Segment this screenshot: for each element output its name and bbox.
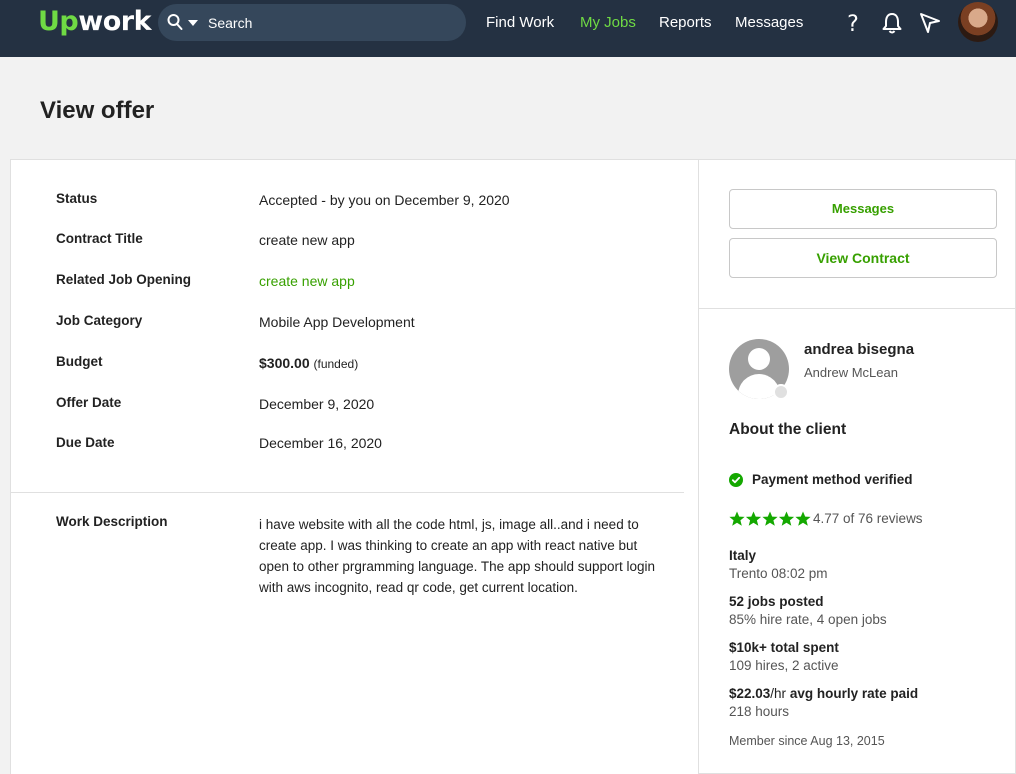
page-title: View offer (40, 97, 155, 124)
nav-my-jobs[interactable]: My Jobs (580, 14, 636, 31)
offer-date-value: December 9, 2020 (259, 396, 375, 412)
messages-button[interactable]: Messages (729, 189, 997, 229)
due-date-label: Due Date (56, 435, 115, 450)
budget-amount: $300.00 (259, 355, 310, 371)
star-rating-icon (729, 511, 811, 526)
jobs-posted: 52 jobs posted (729, 594, 824, 609)
jobs-hire-rate: 85% hire rate, 4 open jobs (729, 612, 887, 627)
search-input[interactable]: Search (208, 15, 252, 31)
avatar-placeholder-head (748, 348, 770, 370)
contract-title-label: Contract Title (56, 231, 143, 246)
search-box[interactable]: Search (158, 4, 466, 41)
hours-total: 218 hours (729, 704, 790, 719)
member-since: Member since Aug 13, 2015 (729, 734, 885, 748)
view-contract-button[interactable]: View Contract (729, 238, 997, 278)
offer-date-label: Offer Date (56, 395, 122, 410)
related-job-link[interactable]: create new app (259, 273, 355, 289)
send-icon[interactable] (917, 10, 943, 36)
offline-status-indicator (773, 384, 789, 400)
search-icon (167, 14, 183, 30)
status-label: Status (56, 191, 98, 206)
contract-title-value: create new app (259, 232, 355, 248)
notification-bell-icon[interactable] (879, 10, 905, 36)
search-type-dropdown-icon[interactable] (188, 20, 198, 26)
upwork-logo[interactable]: Upwork (38, 6, 152, 37)
rating-reviews-text: 4.77 of 76 reviews (813, 511, 923, 526)
user-avatar[interactable] (958, 2, 998, 42)
nav-reports[interactable]: Reports (659, 14, 712, 31)
nav-messages[interactable]: Messages (735, 14, 803, 31)
verified-check-icon (729, 473, 743, 487)
actions-card: Messages View Contract (698, 159, 1016, 309)
client-city-time: Trento 08:02 pm (729, 566, 828, 581)
payment-verified-text: Payment method verified (752, 472, 913, 487)
due-date-value: December 16, 2020 (259, 435, 382, 451)
total-spent: $10k+ total spent (729, 640, 839, 655)
status-value: Accepted - by you on December 9, 2020 (259, 192, 510, 208)
offer-details-card: Status Accepted - by you on December 9, … (10, 159, 699, 774)
job-category-label: Job Category (56, 313, 143, 328)
hires-detail: 109 hires, 2 active (729, 658, 839, 673)
nav-find-work[interactable]: Find Work (486, 14, 554, 31)
related-job-label: Related Job Opening (56, 272, 192, 287)
budget-value: $300.00 (funded) (259, 355, 358, 371)
client-country: Italy (729, 548, 757, 563)
budget-funded-note: (funded) (313, 357, 359, 371)
about-client-heading: About the client (729, 421, 847, 438)
budget-label: Budget (56, 354, 103, 369)
client-name: andrea bisegna (804, 341, 915, 358)
help-icon[interactable]: ? (840, 10, 866, 36)
work-description-label: Work Description (56, 514, 168, 529)
job-category-value: Mobile App Development (259, 314, 415, 330)
work-description-text: i have website with all the code html, j… (259, 517, 656, 595)
top-navigation-bar: Upwork Search Find Work My Jobs Reports … (0, 0, 1016, 57)
client-alias: Andrew McLean (804, 365, 898, 380)
avg-rate-label: avg hourly rate paid (786, 686, 919, 701)
section-divider (11, 492, 684, 493)
avg-rate-amount: $22.03 (729, 686, 771, 701)
avg-rate-unit: /hr (770, 686, 787, 701)
avg-hourly-rate: $22.03/hr avg hourly rate paid (729, 686, 918, 701)
svg-text:?: ? (847, 12, 859, 36)
client-info-card: andrea bisegna Andrew McLean About the c… (698, 308, 1016, 774)
